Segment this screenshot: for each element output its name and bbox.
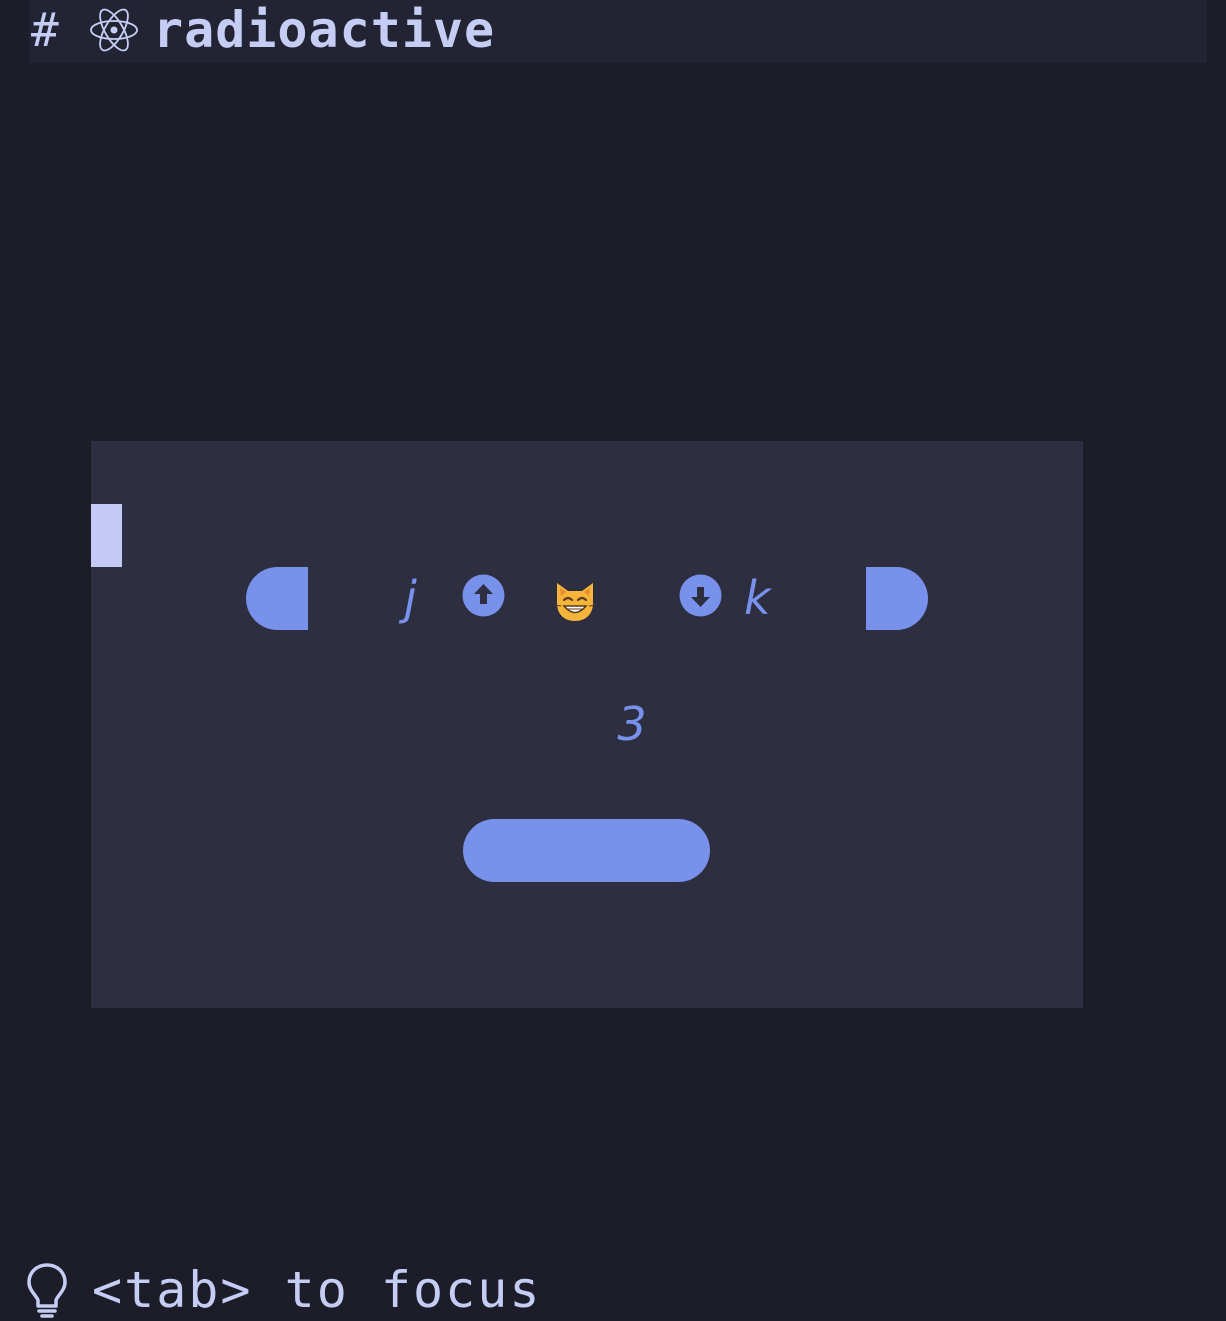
- increment-button[interactable]: [866, 567, 928, 630]
- decrement-button[interactable]: [246, 567, 308, 630]
- page-header: # radioactive: [29, 0, 1207, 63]
- atom-icon: [90, 8, 138, 52]
- page-title: radioactive: [153, 1, 496, 59]
- counter-value: 3: [617, 697, 647, 751]
- heading-marker: #: [31, 3, 59, 57]
- hint-text: <tab> to focus: [92, 1261, 542, 1319]
- lightbulb-icon: [27, 1263, 67, 1318]
- focus-hint: <tab> to focus: [26, 1260, 541, 1320]
- action-button[interactable]: [463, 819, 710, 882]
- increment-key-hint: k: [744, 571, 771, 625]
- counter-panel: j k 3: [91, 441, 1083, 1008]
- grinning-cat-icon: [553, 583, 597, 621]
- arrow-up-circle-icon: [462, 574, 505, 617]
- decrement-key-hint: j: [404, 571, 417, 625]
- focus-cursor: [91, 504, 122, 567]
- arrow-down-circle-icon: [679, 574, 722, 617]
